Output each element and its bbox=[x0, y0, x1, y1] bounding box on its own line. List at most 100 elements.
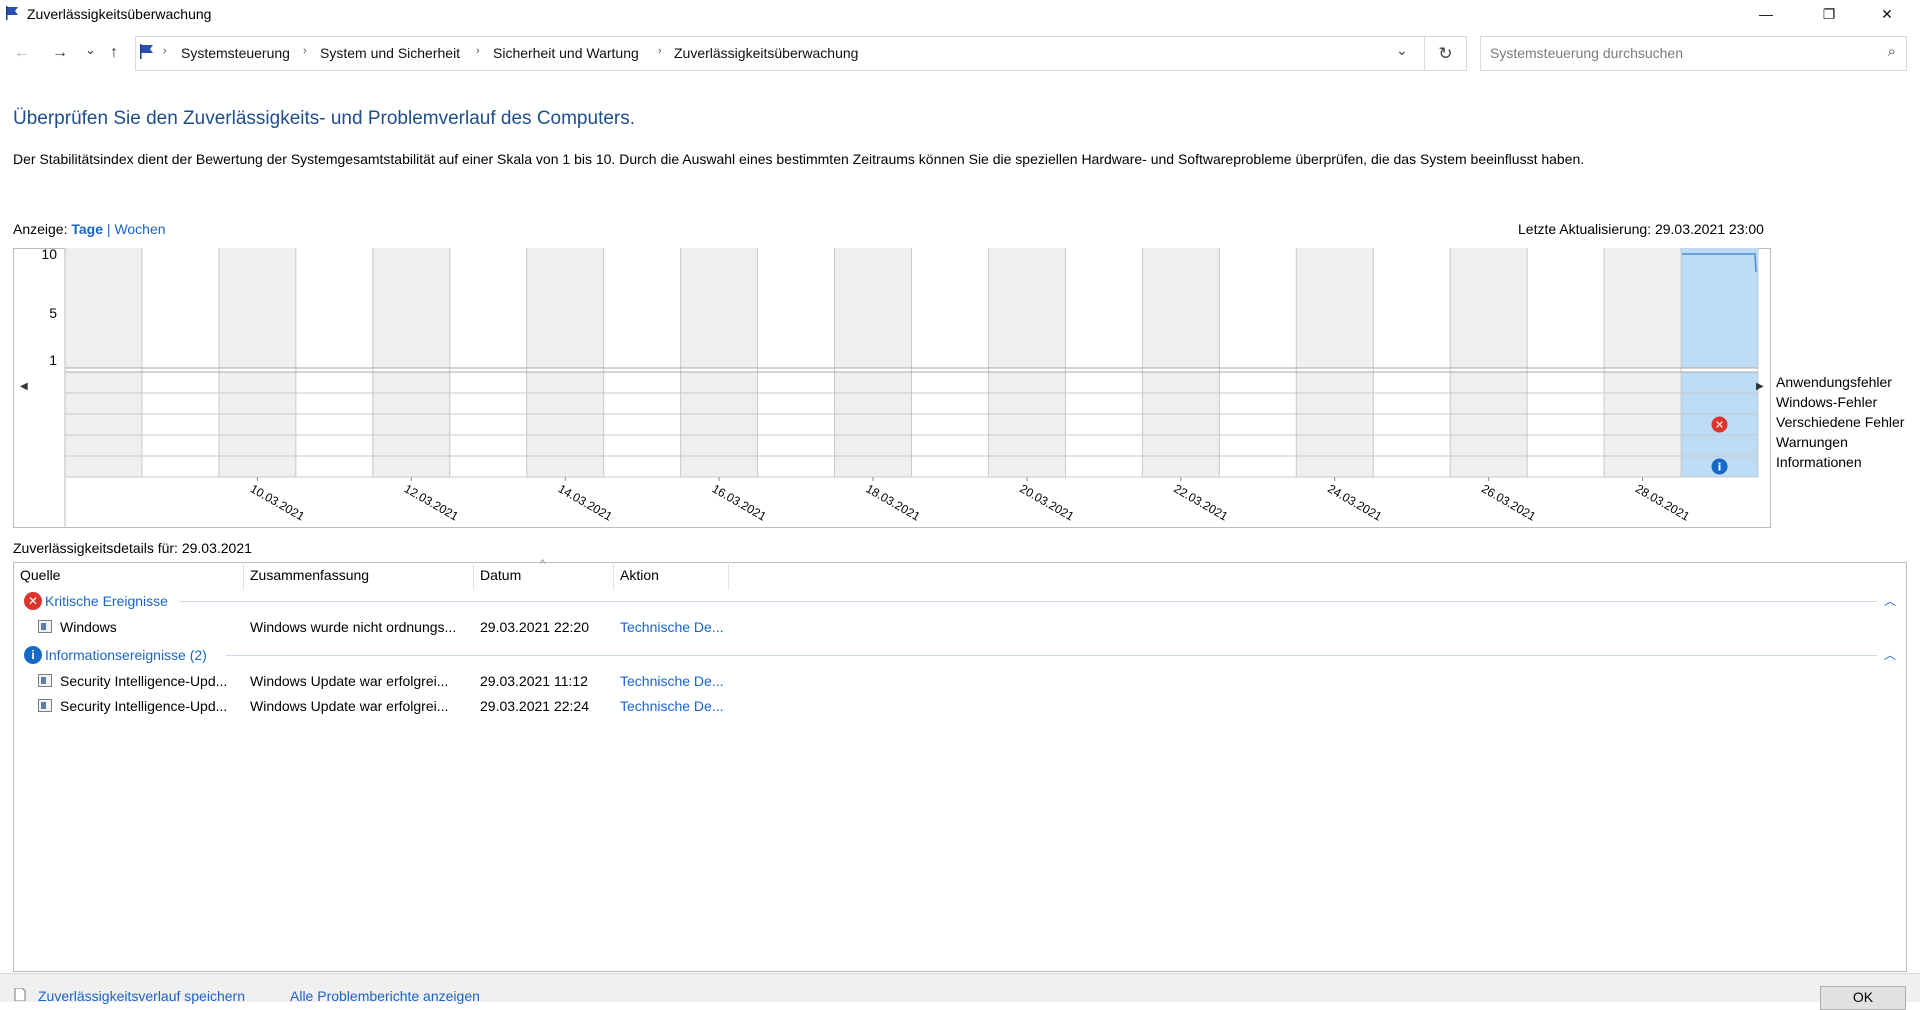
triangle-right-icon: ▶ bbox=[1756, 381, 1764, 392]
event-glyph: i bbox=[1718, 461, 1722, 474]
chevron-down-icon: ⌄ bbox=[1396, 42, 1408, 58]
day-column-events bbox=[757, 372, 835, 477]
group-divider bbox=[226, 655, 1877, 656]
row-action-link[interactable]: Technische De... bbox=[620, 619, 724, 635]
day-column bbox=[218, 248, 296, 368]
day-column bbox=[834, 248, 912, 368]
x-tick-label: 26.03.2021 bbox=[1479, 481, 1538, 523]
column-divider[interactable] bbox=[728, 562, 729, 590]
day-column-events bbox=[372, 372, 450, 477]
day-column-events bbox=[1065, 372, 1143, 477]
day-column bbox=[1065, 248, 1143, 368]
day-column-events bbox=[1604, 372, 1682, 477]
x-tick-label: 16.03.2021 bbox=[710, 481, 769, 523]
all-problem-reports-link[interactable]: Alle Problemberichte anzeigen bbox=[290, 988, 480, 1004]
back-button[interactable]: ← bbox=[14, 44, 30, 62]
day-column-events bbox=[1296, 372, 1374, 477]
error-icon: ✕ bbox=[24, 592, 42, 610]
view-weeks-link[interactable]: Wochen bbox=[114, 221, 165, 237]
view-label: Anzeige: bbox=[13, 221, 68, 237]
column-header-quelle[interactable]: Quelle bbox=[20, 567, 60, 583]
column-divider[interactable] bbox=[473, 562, 474, 590]
x-tick-label: 10.03.2021 bbox=[248, 481, 307, 523]
row-date[interactable]: 29.03.2021 22:24 bbox=[480, 698, 589, 714]
day-column bbox=[1142, 248, 1220, 368]
row-summary[interactable]: Windows wurde nicht ordnungs... bbox=[250, 619, 456, 635]
info-event-marker: i bbox=[1711, 458, 1728, 475]
day-column-events bbox=[1450, 372, 1528, 477]
day-column bbox=[1373, 248, 1451, 368]
day-column bbox=[757, 248, 835, 368]
row-date[interactable]: 29.03.2021 11:12 bbox=[480, 673, 588, 689]
group-divider bbox=[180, 601, 1877, 602]
group-kritische-ereignisse[interactable]: Kritische Ereignisse bbox=[45, 593, 168, 609]
recent-locations-button[interactable]: ⌄ bbox=[85, 42, 96, 58]
x-tick-label: 20.03.2021 bbox=[1017, 481, 1076, 523]
x-tick-label: 28.03.2021 bbox=[1633, 481, 1692, 523]
breadcrumb-zuverlaessigkeitsueberwachung[interactable]: Zuverlässigkeitsüberwachung bbox=[674, 45, 858, 61]
day-column bbox=[372, 248, 450, 368]
up-button[interactable]: ↑ bbox=[110, 44, 118, 62]
row-date[interactable]: 29.03.2021 22:20 bbox=[480, 619, 589, 635]
save-history-link[interactable]: Zuverlässigkeitsverlauf speichern bbox=[38, 988, 245, 1004]
y-tick-label: 5 bbox=[49, 305, 57, 321]
day-column-events bbox=[1373, 372, 1451, 477]
day-column-events bbox=[141, 372, 219, 477]
search-box[interactable]: Systemsteuerung durchsuchen ⌕ bbox=[1480, 36, 1907, 71]
breadcrumb-system-und-sicherheit[interactable]: System und Sicherheit bbox=[320, 45, 460, 61]
day-column bbox=[1527, 248, 1605, 368]
row-source[interactable]: Security Intelligence-Upd... bbox=[60, 673, 227, 689]
day-column-events bbox=[1142, 372, 1220, 477]
legend-verschiedene-fehler: Verschiedene Fehler bbox=[1776, 414, 1905, 430]
view-days-link[interactable]: Tage bbox=[71, 221, 103, 237]
column-header-datum[interactable]: Datum bbox=[480, 567, 521, 583]
flag-icon bbox=[6, 6, 18, 20]
day-column bbox=[680, 248, 758, 368]
column-header-zusammenfassung[interactable]: Zusammenfassung bbox=[250, 567, 369, 583]
chart-scroll-right-button[interactable]: ▶ bbox=[1756, 381, 1764, 392]
day-column-events bbox=[680, 372, 758, 477]
column-header-aktion[interactable]: Aktion bbox=[620, 567, 659, 583]
sort-ascending-icon: ^ bbox=[540, 558, 546, 570]
row-summary[interactable]: Windows Update war erfolgrei... bbox=[250, 698, 448, 714]
collapse-group-button[interactable]: ︿ bbox=[1884, 592, 1896, 609]
ok-button[interactable]: OK bbox=[1820, 986, 1906, 1010]
x-tick-label: 24.03.2021 bbox=[1325, 481, 1384, 523]
breadcrumb-systemsteuerung[interactable]: Systemsteuerung bbox=[181, 45, 290, 61]
collapse-group-button[interactable]: ︿ bbox=[1884, 646, 1896, 663]
breadcrumb-sicherheit-und-wartung[interactable]: Sicherheit und Wartung bbox=[493, 45, 639, 61]
forward-button[interactable]: → bbox=[52, 44, 68, 62]
day-column-events bbox=[1219, 372, 1297, 477]
close-button[interactable]: ✕ bbox=[1864, 0, 1910, 28]
refresh-button[interactable]: ↻ bbox=[1425, 36, 1467, 71]
day-column bbox=[449, 248, 527, 368]
column-divider[interactable] bbox=[613, 562, 614, 590]
minimize-button[interactable]: — bbox=[1743, 0, 1789, 28]
group-informationsereignisse[interactable]: Informationsereignisse (2) bbox=[45, 647, 207, 663]
day-column-events bbox=[911, 372, 989, 477]
address-dropdown-button[interactable]: ⌄ bbox=[1396, 42, 1408, 59]
legend-windows-fehler: Windows-Fehler bbox=[1776, 394, 1878, 410]
x-tick-label: 18.03.2021 bbox=[864, 481, 923, 523]
window-title: Zuverlässigkeitsüberwachung bbox=[27, 6, 212, 22]
row-source[interactable]: Windows bbox=[60, 619, 117, 635]
day-column-events bbox=[65, 372, 142, 477]
row-source[interactable]: Security Intelligence-Upd... bbox=[60, 698, 227, 714]
stability-chart[interactable]: 10 5 1 ✕ i 10.03.2021 12.03.2021 14.03.2021 16.0… bbox=[13, 248, 1771, 528]
row-summary[interactable]: Windows Update war erfolgrei... bbox=[250, 673, 448, 689]
maximize-button[interactable]: ❐ bbox=[1806, 0, 1852, 28]
row-action-link[interactable]: Technische De... bbox=[620, 673, 724, 689]
day-column-events bbox=[1527, 372, 1605, 477]
day-column bbox=[988, 248, 1066, 368]
page-heading: Überprüfen Sie den Zuverlässigkeits- und… bbox=[13, 108, 636, 129]
legend-anwendungsfehler: Anwendungsfehler bbox=[1776, 374, 1892, 390]
column-divider[interactable] bbox=[243, 562, 244, 590]
day-column-events bbox=[218, 372, 296, 477]
event-log-icon bbox=[38, 699, 52, 712]
event-glyph: ✕ bbox=[1715, 419, 1724, 432]
event-log-icon bbox=[38, 674, 52, 687]
page-description: Der Stabilitätsindex dient der Bewertung… bbox=[13, 151, 1585, 167]
day-column-events bbox=[295, 372, 373, 477]
chart-scroll-left-button[interactable]: ◀ bbox=[20, 381, 28, 392]
row-action-link[interactable]: Technische De... bbox=[620, 698, 724, 714]
